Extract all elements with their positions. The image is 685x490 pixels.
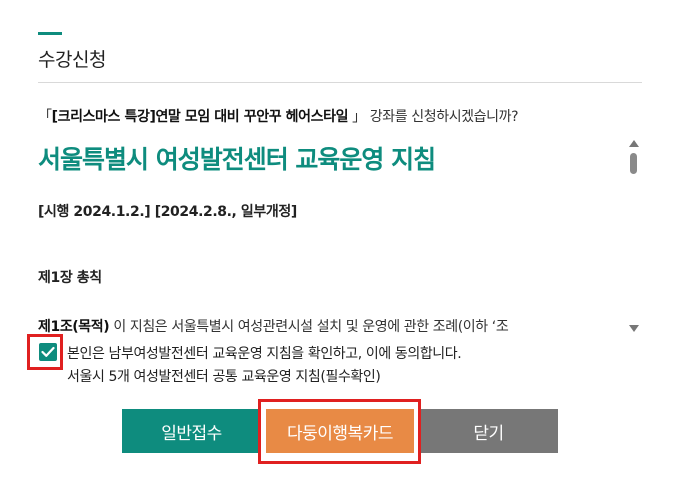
- question-prefix: 「: [38, 109, 52, 125]
- confirm-question: 「[크리스마스 특강]연말 모임 대비 꾸안꾸 헤어스타일 」 강좌를 신청하시…: [38, 106, 519, 126]
- dadungi-card-button[interactable]: 다둥이행복카드: [266, 409, 414, 453]
- vertical-scrollbar[interactable]: [628, 138, 640, 334]
- article-title: 제1조(목적): [38, 319, 110, 335]
- agree-label[interactable]: 본인은 남부여성발전센터 교육운영 지침을 확인하고, 이에 동의합니다.: [67, 343, 462, 363]
- title-divider: [38, 82, 642, 83]
- course-name: [크리스마스 특강]연말 모임 대비 꾸안꾸 헤어스타일: [51, 109, 349, 125]
- article-text: 이 지침은 서울특별시 여성관련시설 설치 및 운영에 관한 조례(이하 ‘조: [109, 319, 509, 335]
- agree-sublabel: 서울시 5개 여성발전센터 공통 교육운영 지침(필수확인): [67, 369, 381, 385]
- title-accent-bar: [38, 32, 62, 35]
- scroll-up-arrow-icon[interactable]: [629, 140, 639, 147]
- guideline-heading: 서울특별시 여성발전센터 교육운영 지침: [38, 145, 436, 174]
- general-apply-button[interactable]: 일반접수: [122, 409, 261, 453]
- guideline-version: [시행 2024.1.2.] [2024.2.8., 일부개정]: [38, 204, 297, 220]
- scroll-down-arrow-icon[interactable]: [629, 325, 639, 332]
- scroll-thumb[interactable]: [630, 153, 637, 174]
- guideline-scroll-area[interactable]: 서울특별시 여성발전센터 교육운영 지침 [시행 2024.1.2.] [202…: [38, 136, 642, 336]
- chapter-title: 제1장 총칙: [38, 270, 102, 286]
- article-paragraph: 제1조(목적) 이 지침은 서울특별시 여성관련시설 설치 및 운영에 관한 조…: [38, 316, 618, 336]
- question-suffix: 」 강좌를 신청하시겠습니까?: [348, 109, 519, 125]
- dialog-title: 수강신청: [38, 49, 106, 71]
- close-button[interactable]: 닫기: [419, 409, 558, 453]
- checkbox-highlight-box: [27, 334, 63, 370]
